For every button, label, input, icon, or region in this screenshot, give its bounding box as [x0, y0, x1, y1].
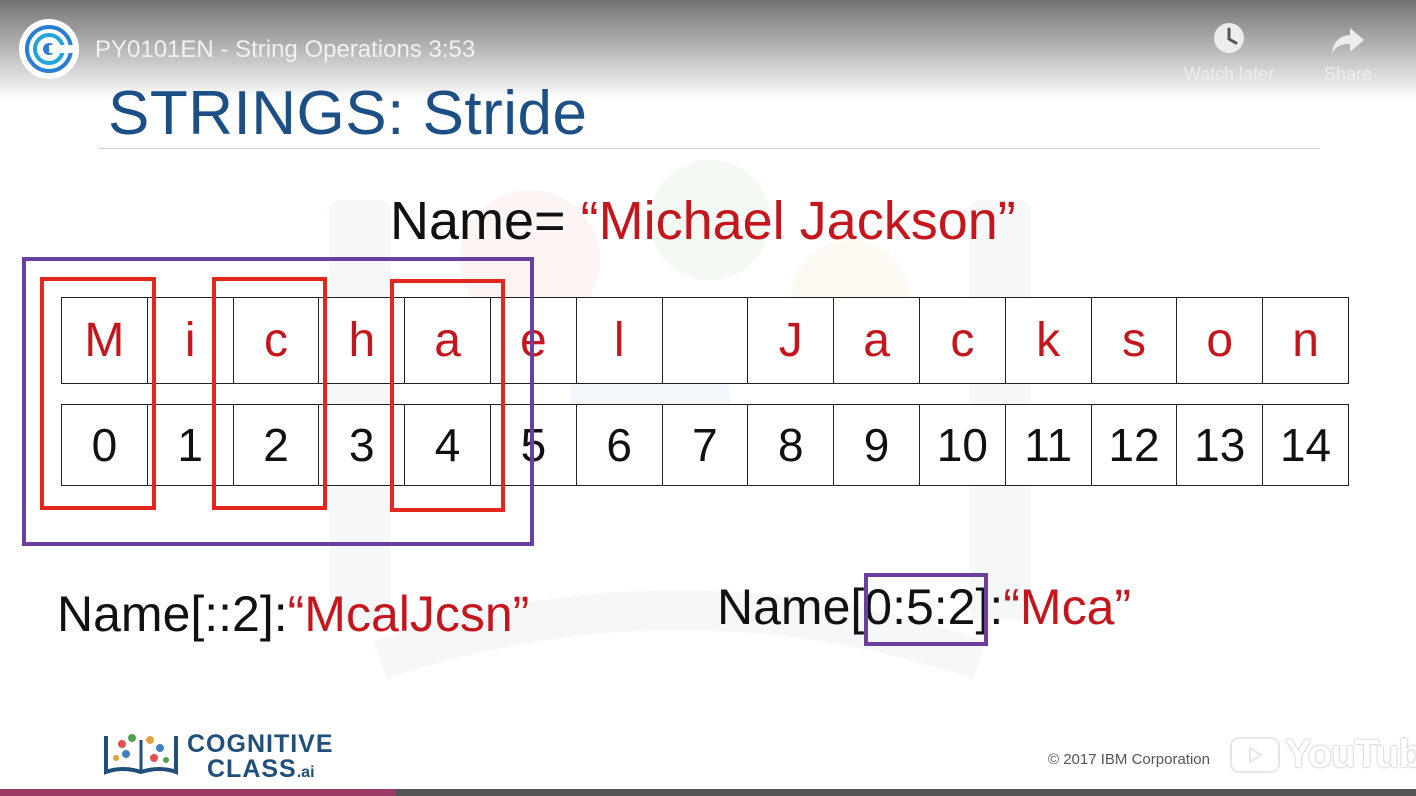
title-divider: [98, 148, 1320, 149]
char-cell: o: [1176, 297, 1264, 384]
logo-line2: CLASS: [207, 755, 297, 783]
stride-highlight-0: [40, 277, 156, 510]
assignment-prefix: Name=: [390, 191, 566, 251]
watch-later-label: Watch later: [1183, 64, 1275, 84]
index-cell: 9: [833, 404, 920, 486]
logo-suffix: .ai: [296, 764, 315, 781]
logo-line1: COGNITIVE: [187, 730, 334, 758]
youtube-play-icon[interactable]: [1230, 737, 1280, 773]
example1-result: “McalJcsn”: [287, 586, 530, 642]
copyright-text: © 2017 IBM Corporation: [1048, 751, 1210, 768]
example-stride-all: Name[::2]:“McalJcsn”: [57, 585, 529, 643]
char-cell: [661, 297, 749, 384]
video-progress-bar[interactable]: [0, 789, 1416, 796]
channel-logo-icon: [25, 25, 73, 73]
video-title[interactable]: PY0101EN - String Operations 3:53: [95, 36, 475, 64]
char-cell: J: [747, 297, 835, 384]
example2-result: “Mca”: [1003, 579, 1132, 635]
char-cell: c: [918, 297, 1006, 384]
index-cell: 8: [747, 404, 835, 486]
watch-later-button[interactable]: Watch later: [1169, 20, 1289, 85]
index-cell: 13: [1176, 404, 1264, 486]
clock-icon: [1214, 23, 1244, 53]
index-cell: 12: [1090, 404, 1178, 486]
char-cell: a: [833, 297, 920, 384]
stride-highlight-2: [212, 277, 327, 510]
channel-logo[interactable]: [19, 19, 79, 79]
slice-bounds-highlight: [864, 573, 988, 646]
cognitive-class-logo-icon: [104, 734, 178, 775]
slide-title: STRINGS: Stride: [108, 79, 588, 148]
youtube-wordmark[interactable]: YouTube: [1285, 732, 1416, 777]
video-progress-fill: [0, 789, 397, 796]
char-cell: k: [1004, 297, 1092, 384]
name-assignment: Name= “Michael Jackson”: [390, 190, 1016, 252]
char-cell: s: [1090, 297, 1178, 384]
index-cell: 6: [575, 404, 663, 486]
char-cell: n: [1262, 297, 1349, 384]
index-cell: 7: [661, 404, 749, 486]
play-triangle-icon: [1249, 746, 1263, 764]
char-cell: l: [575, 297, 663, 384]
share-label: Share: [1323, 64, 1373, 84]
cognitive-class-logo-text: COGNITIVE CLASS.ai: [187, 732, 334, 785]
index-cell: 10: [918, 404, 1006, 486]
assignment-value: “Michael Jackson”: [580, 191, 1016, 251]
index-cell: 11: [1004, 404, 1092, 486]
share-button[interactable]: Share: [1288, 20, 1408, 85]
example1-expression: Name[::2]:: [57, 586, 288, 642]
index-cell: 14: [1262, 404, 1349, 486]
stride-highlight-4: [390, 279, 505, 512]
share-arrow-icon: [1332, 28, 1364, 54]
example2-name: Name: [717, 579, 851, 635]
